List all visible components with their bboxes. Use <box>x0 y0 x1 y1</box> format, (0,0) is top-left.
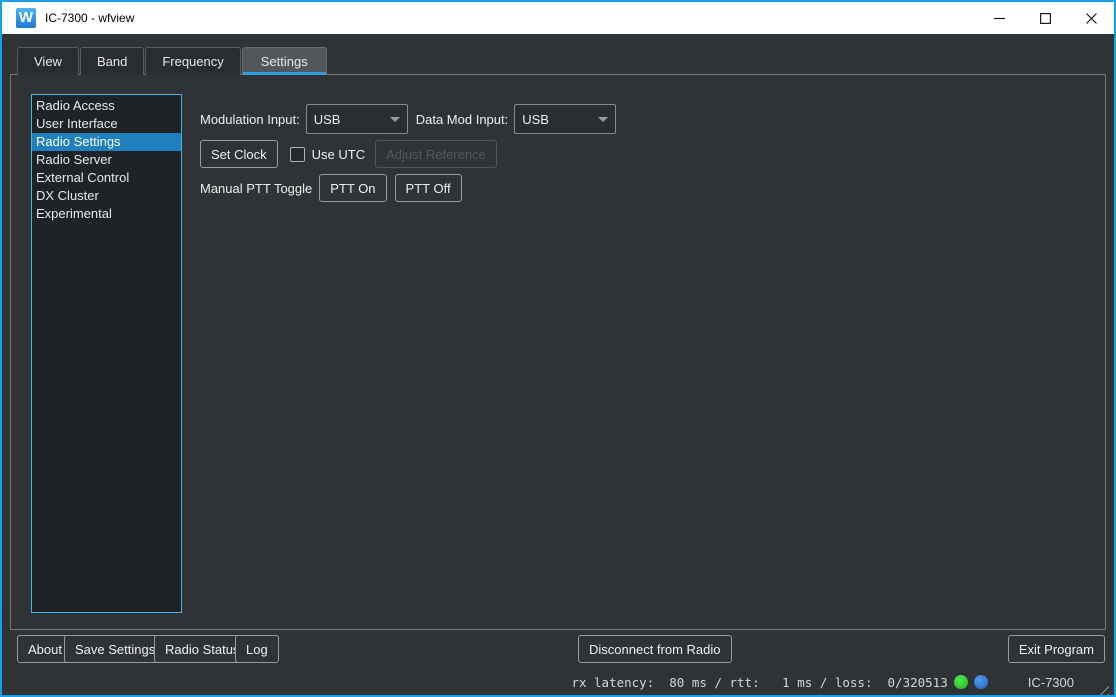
bottom-button-bar: About Save Settings Radio Status Log Dis… <box>2 635 1114 665</box>
modulation-input-select[interactable]: USB <box>306 104 408 134</box>
latency-status-text: rx latency: 80 ms / rtt: 1 ms / loss: 0/… <box>571 675 947 690</box>
chevron-down-icon <box>390 117 400 122</box>
resize-grip-icon[interactable] <box>1096 682 1109 695</box>
window-controls <box>976 2 1114 34</box>
tab-bar: View Band Frequency Settings <box>17 47 328 75</box>
set-clock-button[interactable]: Set Clock <box>200 140 278 168</box>
minimize-button[interactable] <box>976 2 1022 34</box>
modulation-row: Modulation Input: USB Data Mod Input: US… <box>200 104 616 134</box>
status-bar: rx latency: 80 ms / rtt: 1 ms / loss: 0/… <box>2 669 1114 695</box>
modulation-input-value: USB <box>314 112 341 127</box>
sidebar-item-user-interface[interactable]: User Interface <box>32 115 181 133</box>
tab-frequency[interactable]: Frequency <box>145 47 240 75</box>
app-window: W IC-7300 - wfview View Band Frequency S… <box>0 0 1116 697</box>
exit-program-button[interactable]: Exit Program <box>1008 635 1105 663</box>
data-mod-input-label: Data Mod Input: <box>416 112 509 127</box>
tab-settings[interactable]: Settings <box>242 47 327 75</box>
maximize-button[interactable] <box>1022 2 1068 34</box>
sidebar-item-radio-settings[interactable]: Radio Settings <box>32 133 181 151</box>
sidebar-item-dx-cluster[interactable]: DX Cluster <box>32 187 181 205</box>
settings-category-list: Radio Access User Interface Radio Settin… <box>31 94 182 613</box>
tab-view[interactable]: View <box>17 47 79 75</box>
sidebar-item-radio-access[interactable]: Radio Access <box>32 97 181 115</box>
sidebar-item-radio-server[interactable]: Radio Server <box>32 151 181 169</box>
log-button[interactable]: Log <box>235 635 279 663</box>
data-mod-input-select[interactable]: USB <box>514 104 616 134</box>
use-utc-label: Use UTC <box>312 147 365 162</box>
settings-pane: Radio Access User Interface Radio Settin… <box>10 74 1106 630</box>
adjust-reference-button: Adjust Reference <box>375 140 497 168</box>
window-title: IC-7300 - wfview <box>45 11 134 25</box>
ptt-row: Manual PTT Toggle PTT On PTT Off <box>200 174 462 202</box>
status-led-green-icon <box>954 675 968 689</box>
sidebar-item-external-control[interactable]: External Control <box>32 169 181 187</box>
save-settings-button[interactable]: Save Settings <box>64 635 166 663</box>
rig-name-label: IC-7300 <box>1028 675 1074 690</box>
ptt-off-button[interactable]: PTT Off <box>395 174 462 202</box>
clock-row: Set Clock Use UTC Adjust Reference <box>200 140 497 168</box>
status-led-blue-icon <box>974 675 988 689</box>
close-button[interactable] <box>1068 2 1114 34</box>
sidebar-item-experimental[interactable]: Experimental <box>32 205 181 223</box>
manual-ptt-toggle-label: Manual PTT Toggle <box>200 181 312 196</box>
data-mod-input-value: USB <box>522 112 549 127</box>
use-utc-checkbox[interactable] <box>290 147 305 162</box>
tab-band[interactable]: Band <box>80 47 144 75</box>
chevron-down-icon <box>598 117 608 122</box>
disconnect-from-radio-button[interactable]: Disconnect from Radio <box>578 635 732 663</box>
wfview-logo-icon: W <box>16 8 36 28</box>
title-bar: W IC-7300 - wfview <box>2 2 1114 34</box>
modulation-input-label: Modulation Input: <box>200 112 300 127</box>
ptt-on-button[interactable]: PTT On <box>319 174 386 202</box>
